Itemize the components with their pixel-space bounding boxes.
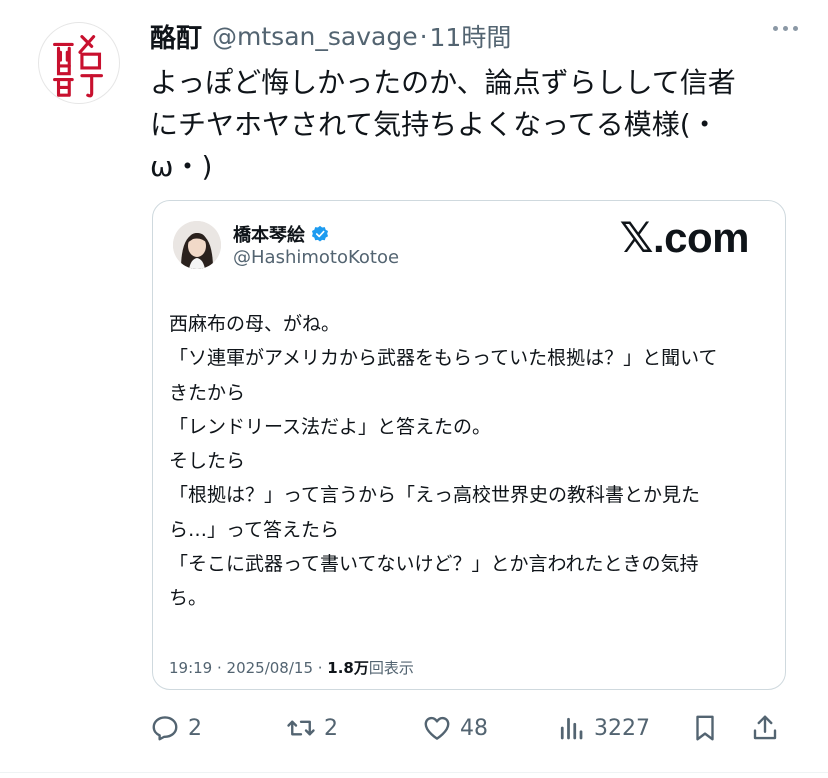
quote-author-avatar[interactable] (173, 221, 221, 269)
seal-logo (41, 25, 117, 101)
quote-name-row: 橋本琴絵 (233, 221, 329, 247)
bookmark-icon (696, 715, 714, 741)
tweet-text-line: にチヤホヤされて気持ちよくなってる模様(・ (150, 108, 719, 141)
action-bar: 2 2 48 3227 (150, 708, 790, 748)
views-button[interactable]: 3227 (556, 708, 650, 748)
analytics-icon (560, 717, 583, 740)
author-handle[interactable]: @mtsan_savage (212, 22, 418, 51)
like-count: 48 (460, 715, 488, 741)
quote-views-count: 1.8万 (327, 659, 369, 677)
retweet-icon (287, 720, 315, 736)
reply-icon (152, 716, 178, 741)
bookmark-button[interactable] (690, 708, 720, 748)
tweet-timestamp[interactable]: 11時間 (430, 18, 512, 54)
more-icon[interactable] (773, 26, 798, 31)
divider (0, 772, 828, 773)
quote-author-name[interactable]: 橋本琴絵 (233, 221, 305, 247)
quote-body-line: 西麻布の母、がね。 (169, 313, 341, 335)
x-com-logo: 𝕏.com (619, 214, 750, 261)
like-button[interactable]: 48 (422, 708, 488, 748)
quote-body-line: 「レンドリース法だよ」と答えたの。 (169, 415, 492, 438)
quote-body-line: 「ソ連軍がアメリカから武器をもらっていた根拠は？」と聞いて (169, 347, 718, 370)
retweet-count: 2 (324, 715, 338, 741)
share-button[interactable] (750, 708, 780, 748)
verified-badge-icon (311, 225, 329, 242)
author-avatar[interactable] (38, 22, 120, 104)
quote-body-line: ち。 (169, 587, 208, 610)
tweet-text-line: よっぽど悔しかったのか、論点ずらしして信者 (150, 66, 736, 99)
quote-body-line: ら…」って答えたら (169, 518, 340, 541)
quote-card[interactable]: 橋本琴絵 @HashimotoKotoe 𝕏.com 西麻布の母、がね。 「ソ連… (152, 200, 786, 690)
quote-body: 西麻布の母、がね。 「ソ連軍がアメリカから武器をもらっていた根拠は？」と聞いて … (169, 307, 769, 616)
reply-count: 2 (188, 715, 202, 741)
share-icon (753, 715, 777, 740)
person-avatar-icon (173, 221, 221, 269)
views-count: 3227 (594, 715, 650, 741)
quote-meta: 19:19 · 2025/08/15 · 1.8万回表示 (169, 657, 414, 678)
quote-timestamp: 19:19 · 2025/08/15 · (169, 659, 328, 677)
quote-body-line: 「そこに武器って書いてないけど？」とか言われたときの気持 (169, 553, 699, 576)
separator: · (419, 21, 428, 51)
quote-body-line: きたから (169, 381, 246, 404)
author-name[interactable]: 酪酊 (150, 18, 202, 55)
quote-body-line: 「根拠は？」って言うから「えっ高校世界史の教科書とか見た (169, 484, 701, 507)
quote-author-handle[interactable]: @HashimotoKotoe (233, 247, 399, 268)
quote-body-line: そしたら (169, 450, 246, 473)
heart-icon (424, 716, 450, 740)
quote-views-label: 回表示 (368, 659, 414, 677)
reply-button[interactable]: 2 (150, 708, 202, 748)
tweet-text: よっぽど悔しかったのか、論点ずらしして信者 にチヤホヤされて気持ちよくなってる模… (150, 62, 790, 188)
retweet-button[interactable]: 2 (286, 708, 338, 748)
tweet-header: 酪酊 @mtsan_savage · 11時間 (150, 18, 511, 54)
tweet-text-line: ω・) (150, 150, 213, 183)
